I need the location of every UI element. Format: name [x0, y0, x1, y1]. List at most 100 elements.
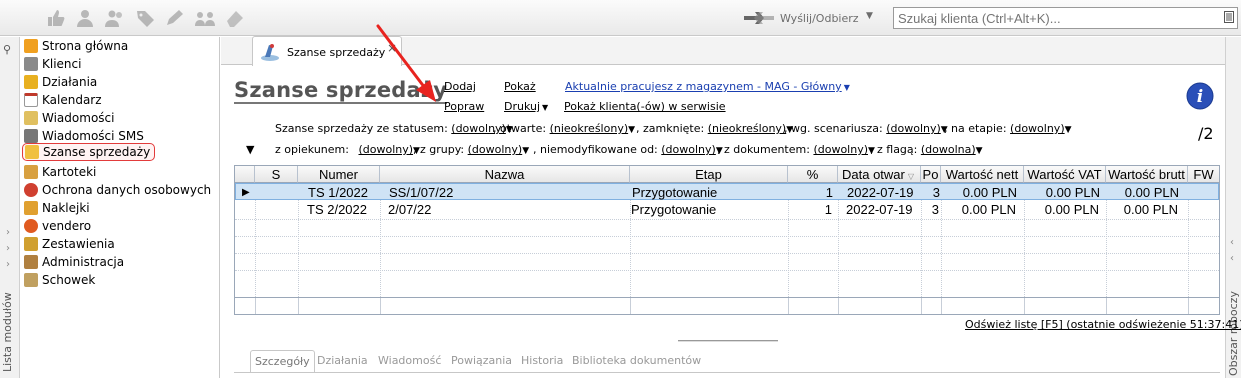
module-item-calendar[interactable]: Kalendarz	[24, 91, 102, 109]
users-icon[interactable]	[104, 8, 126, 28]
column-header-fw[interactable]: FW	[1188, 166, 1219, 183]
column-header-percent[interactable]: %	[788, 166, 838, 183]
actions-icon	[24, 75, 38, 89]
send-receive-icon[interactable]	[742, 8, 776, 28]
show-client-in-service-link[interactable]: Pokaż klienta(-ów) w serwisie	[564, 100, 726, 113]
tab-document-library[interactable]: Biblioteka dokumentów	[568, 350, 705, 372]
module-item-messages[interactable]: Wiadomości	[24, 109, 114, 127]
cell-net-value: 0.00 PLN	[962, 185, 1017, 200]
group-icon[interactable]	[194, 8, 216, 28]
chevron-right-icon[interactable]: ›	[6, 259, 10, 270]
filter-unmodified-value[interactable]: (dowolny)	[661, 143, 716, 156]
module-item-administration[interactable]: Administracja	[24, 253, 124, 271]
thumb-icon[interactable]	[44, 8, 66, 28]
info-icon[interactable]: i	[1186, 82, 1214, 110]
tab-details[interactable]: Szczegóły	[250, 350, 315, 372]
print-link[interactable]: Drukuj ▼	[504, 100, 548, 113]
column-header-s[interactable]: S	[255, 166, 298, 183]
module-list: Strona główna Klienci Działania Kalendar…	[21, 37, 220, 378]
current-row-pointer-icon: ▶	[242, 187, 250, 198]
filter-owner-label: z opiekunem:	[275, 143, 349, 156]
filter-status: Szanse sprzedaży ze statusem: (dowolny)▼	[275, 122, 513, 135]
chevron-left-icon[interactable]: ‹	[1230, 253, 1234, 264]
tab-history[interactable]: Historia	[517, 350, 567, 372]
cell-po: 3	[932, 185, 940, 200]
cell-number: TS 2/2022	[307, 202, 367, 217]
chevron-down-icon[interactable]: ▼	[976, 146, 983, 156]
clients-icon	[24, 57, 38, 71]
module-item-home[interactable]: Strona główna	[24, 37, 128, 55]
column-header-po[interactable]: Po	[921, 166, 941, 183]
module-item-reports[interactable]: Zestawienia	[24, 235, 115, 253]
sms-icon	[24, 129, 38, 143]
column-header-vat-value[interactable]: Wartość VAT	[1024, 166, 1106, 183]
clipboard-icon	[24, 273, 38, 287]
column-header-net-value[interactable]: Wartość nett	[941, 166, 1024, 183]
filter-stage-value[interactable]: (dowolny)	[1010, 122, 1065, 135]
column-header-indicator	[235, 166, 255, 183]
expand-filters-icon[interactable]: ▼	[246, 143, 254, 156]
module-item-stickers[interactable]: Naklejki	[24, 199, 90, 217]
filter-closed: , zamknięte: (nieokreślony)▼	[636, 122, 793, 135]
module-item-clipboard[interactable]: Schowek	[24, 271, 95, 289]
module-item-records[interactable]: Kartoteki	[24, 163, 96, 181]
data-protection-icon	[24, 183, 38, 197]
filter-stage-label: , na etapie:	[944, 122, 1007, 135]
column-header-gross-value[interactable]: Wartość brutt	[1106, 166, 1188, 183]
column-header-open-date[interactable]: Data otwar ▽	[838, 166, 921, 183]
warehouse-link[interactable]: Aktualnie pracujesz z magazynem - MAG - …	[565, 80, 850, 93]
cell-number: TS 1/2022	[308, 185, 368, 200]
eraser-icon[interactable]	[224, 8, 246, 28]
send-receive-button[interactable]: Wyślij/Odbierz	[780, 12, 859, 25]
chevron-down-icon[interactable]: ▼	[522, 146, 529, 156]
tab-actions[interactable]: Działania	[313, 350, 372, 372]
add-link[interactable]: Dodaj	[444, 80, 476, 93]
show-link[interactable]: Pokaż	[504, 80, 536, 93]
tab-relations[interactable]: Powiązania	[447, 350, 516, 372]
cell-net-value: 0.00 PLN	[961, 202, 1016, 217]
filter-scenario-label: , wg. scenariusza:	[784, 122, 883, 135]
chevron-right-icon[interactable]: ›	[6, 243, 10, 254]
filter-scenario-value[interactable]: (dowolny)	[886, 122, 941, 135]
client-search-input[interactable]	[893, 7, 1238, 29]
filter-open: , otwarte: (nieokreślony)▼	[493, 122, 635, 135]
refresh-list-link[interactable]: Odśwież listę [F5] (ostatnie odświeżenie…	[965, 318, 1241, 331]
edit-link[interactable]: Popraw	[444, 100, 484, 113]
filter-closed-label: , zamknięte:	[636, 122, 705, 135]
chevron-right-icon[interactable]: ›	[6, 227, 10, 238]
module-item-clients[interactable]: Klienci	[24, 55, 81, 73]
pin-icon[interactable]: ⚲	[3, 43, 11, 56]
reports-icon	[24, 237, 38, 251]
module-item-vendero[interactable]: vendero	[24, 217, 91, 235]
messages-icon	[24, 111, 38, 125]
sort-icon: ▽	[907, 172, 915, 181]
cell-po: 3	[931, 202, 939, 217]
module-item-sales-opportunities[interactable]: Szanse sprzedaży	[22, 143, 156, 161]
filter-status-label: Szanse sprzedaży ze statusem:	[275, 122, 448, 135]
column-header-name[interactable]: Nazwa	[380, 166, 630, 183]
filter-group-value[interactable]: (dowolny)	[468, 143, 523, 156]
module-item-data-protection[interactable]: Ochrona danych osobowych	[24, 181, 211, 199]
column-header-number[interactable]: Numer	[298, 166, 380, 183]
search-list-icon[interactable]	[1224, 11, 1234, 23]
filter-owner: z opiekunem: (dowolny)▼	[275, 143, 420, 156]
cell-open-date: 2022-07-19	[846, 202, 913, 217]
table-row[interactable]: TS 2/2022 2/07/22 Przygotowanie 1 2022-0…	[235, 201, 1219, 218]
chevron-down-icon[interactable]: ▼	[1065, 125, 1072, 135]
chevron-left-icon[interactable]: ‹	[1230, 237, 1234, 248]
tag-icon[interactable]	[134, 8, 156, 28]
column-header-stage[interactable]: Etap	[630, 166, 788, 183]
filter-closed-value[interactable]: (nieokreślony)	[708, 122, 787, 135]
filter-flag-value[interactable]: (dowolna)	[921, 143, 976, 156]
user-icon[interactable]	[74, 8, 96, 28]
tab-message[interactable]: Wiadomość	[374, 350, 445, 372]
module-item-actions[interactable]: Działania	[24, 73, 97, 91]
splitter-handle[interactable]	[678, 340, 778, 342]
chevron-down-icon[interactable]: ▼	[628, 125, 635, 135]
pen-icon[interactable]	[164, 8, 186, 28]
chevron-down-icon[interactable]: ▼	[866, 11, 873, 21]
filter-document-value[interactable]: (dowolny)	[813, 143, 868, 156]
filter-owner-value[interactable]: (dowolny)	[358, 143, 413, 156]
table-row[interactable]: ▶ TS 1/2022 SS/1/07/22 Przygotowanie 1 2…	[235, 183, 1219, 200]
filter-open-value[interactable]: (nieokreślony)	[550, 122, 629, 135]
